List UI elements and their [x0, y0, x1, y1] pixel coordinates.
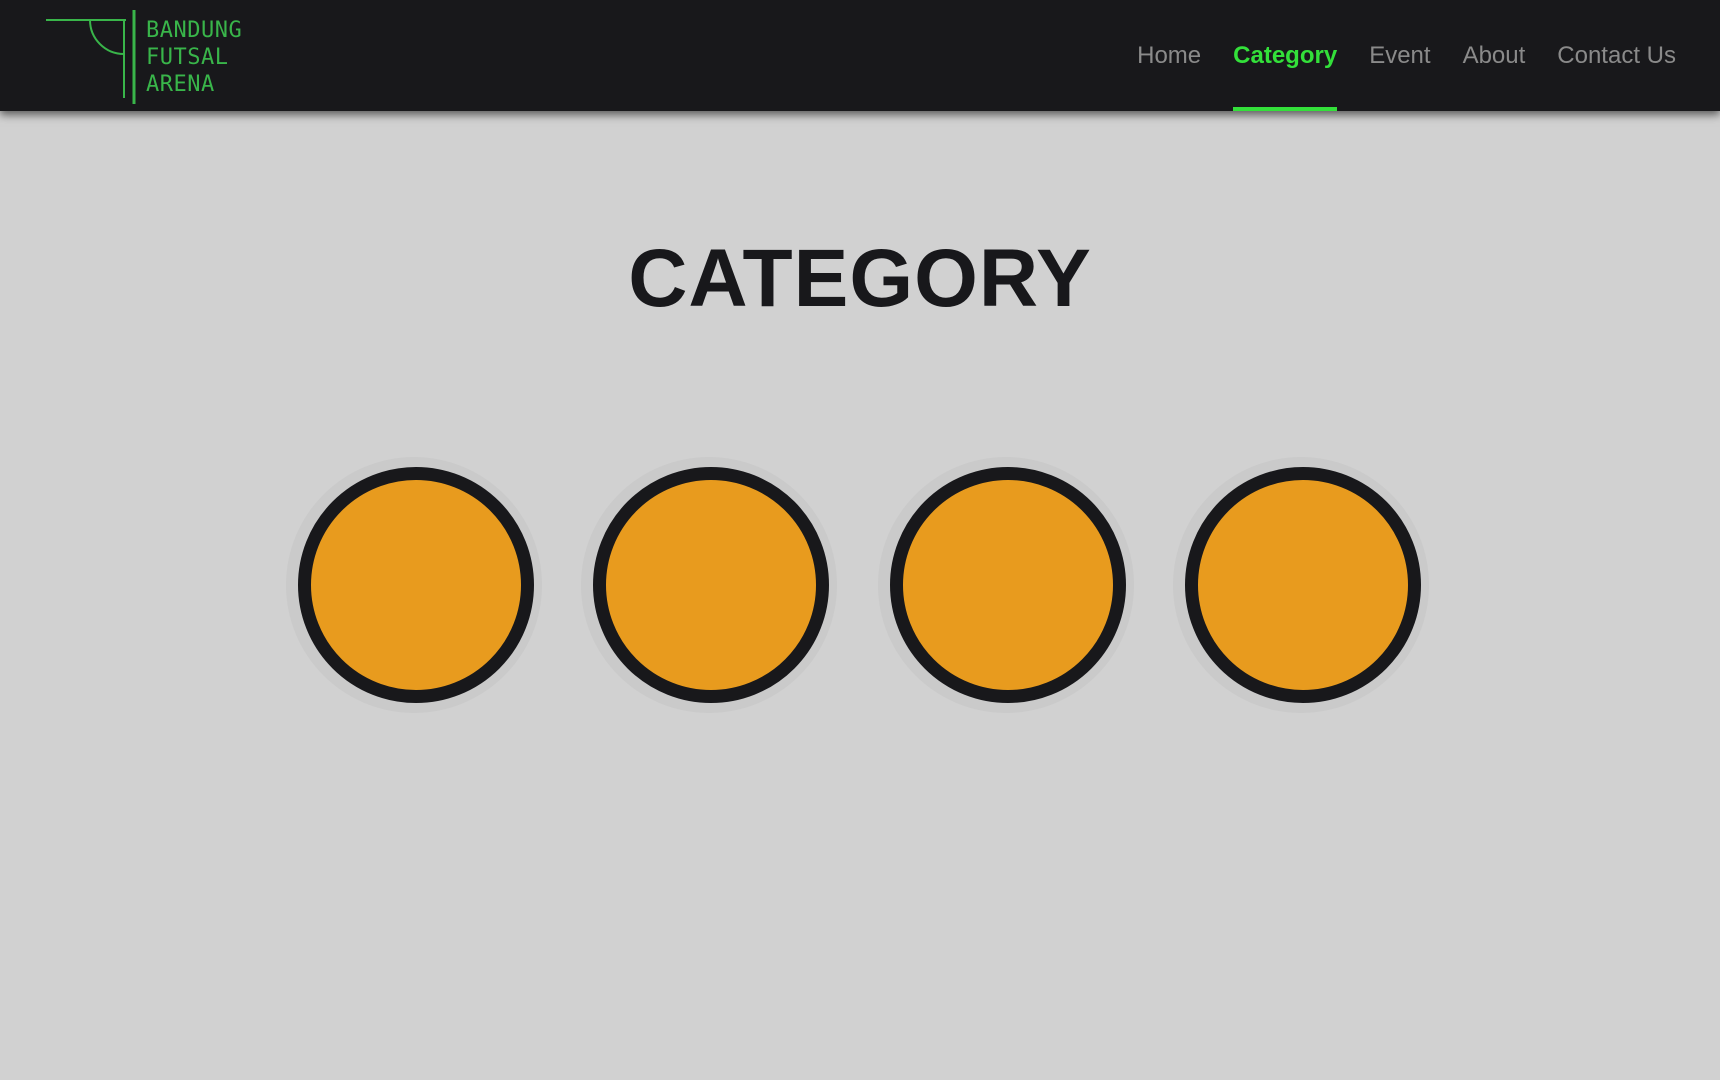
category-card-4: [1173, 457, 1429, 713]
brand-line-2: FUTSAL: [146, 45, 229, 70]
category-circle-1[interactable]: [298, 467, 534, 703]
nav-contact-us[interactable]: Contact Us: [1541, 0, 1692, 111]
brand-line-1: BANDUNG: [146, 18, 243, 43]
category-circle-3[interactable]: [890, 467, 1126, 703]
category-card-1: [286, 457, 542, 713]
brand-line-3: ARENA: [146, 72, 215, 97]
top-navbar: BANDUNG FUTSAL ARENA Home Category Event…: [0, 0, 1720, 111]
category-card-2: [581, 457, 837, 713]
brand-logo[interactable]: BANDUNG FUTSAL ARENA: [46, 8, 256, 106]
category-circle-2[interactable]: [593, 467, 829, 703]
category-circle-4[interactable]: [1185, 467, 1421, 703]
brand-name: BANDUNG FUTSAL ARENA: [146, 17, 242, 98]
category-card-3: [878, 457, 1134, 713]
page-title: CATEGORY: [628, 233, 1092, 324]
nav-category[interactable]: Category: [1217, 0, 1353, 111]
main-nav: Home Category Event About Contact Us: [1121, 0, 1692, 111]
nav-home[interactable]: Home: [1121, 0, 1217, 111]
nav-about[interactable]: About: [1447, 0, 1542, 111]
nav-event[interactable]: Event: [1353, 0, 1446, 111]
